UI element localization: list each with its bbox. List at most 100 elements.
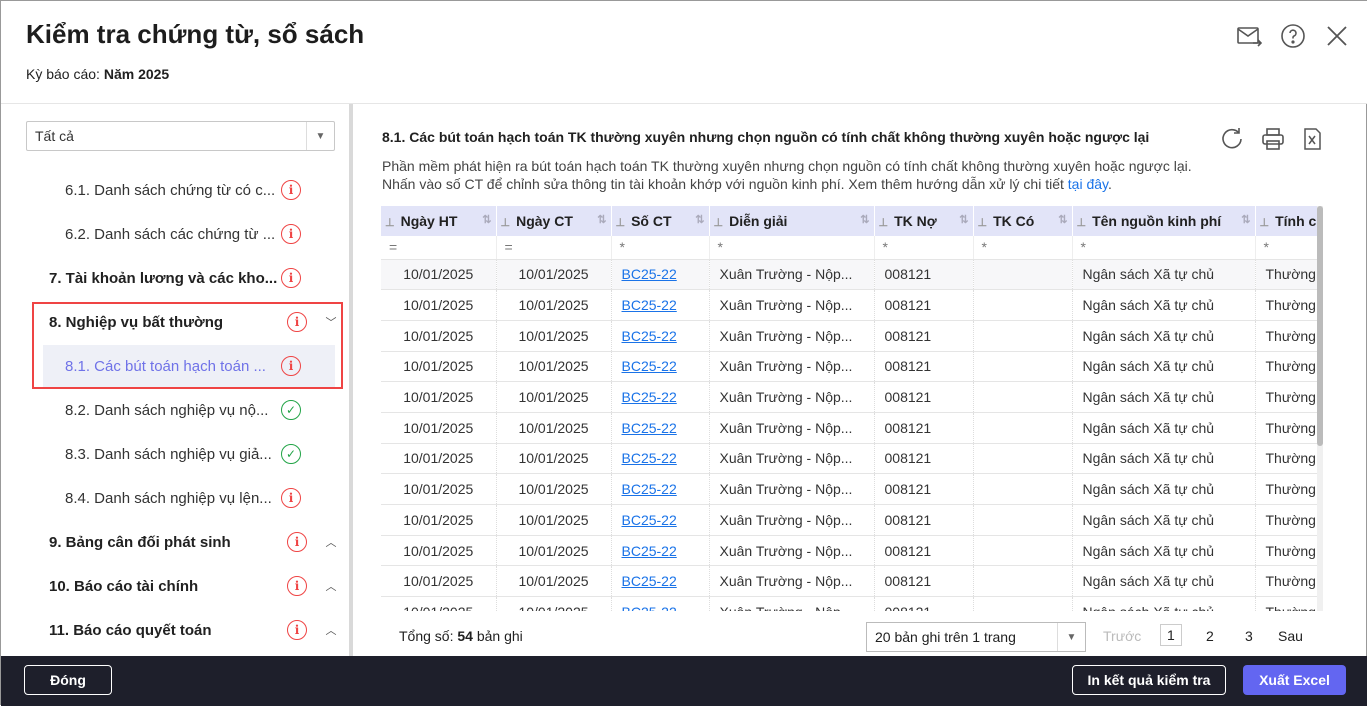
tree-item[interactable]: 9. Bảng cân đối phát sinh i ︿	[34, 521, 337, 563]
help-icon[interactable]	[1280, 23, 1306, 49]
close-button[interactable]: Đóng	[24, 665, 112, 695]
tree-item[interactable]: 10. Báo cáo tài chính i ︿	[34, 565, 337, 607]
voucher-link[interactable]: BC25-22	[622, 450, 677, 466]
column-header[interactable]: ⊥ TK Nợ ⇅	[874, 206, 974, 236]
column-filter[interactable]: *	[709, 236, 875, 260]
filter-operator[interactable]: *	[982, 239, 987, 255]
pin-icon[interactable]: ⊥	[385, 217, 395, 229]
dropdown-arrow-icon[interactable]: ▼	[306, 122, 334, 150]
pin-icon[interactable]: ⊥	[1260, 217, 1270, 229]
column-header[interactable]: ⊥Tính chất⇅	[1255, 206, 1317, 236]
pin-icon[interactable]: ⊥	[879, 217, 889, 229]
column-filter[interactable]: *	[874, 236, 974, 260]
column-filter[interactable]: =	[496, 236, 612, 260]
sort-icon[interactable]: ⇅	[695, 213, 704, 226]
filter-operator[interactable]: *	[883, 239, 888, 255]
chevron-up-icon[interactable]: ︿	[321, 578, 341, 594]
table-row[interactable]: 10/01/202510/01/2025 BC25-22 Xuân Trường -…	[381, 351, 1317, 383]
voucher-link[interactable]: BC25-22	[622, 358, 677, 374]
page-2-button[interactable]: 2	[1206, 628, 1214, 644]
pin-icon[interactable]: ⊥	[978, 217, 988, 229]
filter-operator[interactable]: *	[1264, 239, 1269, 255]
voucher-link[interactable]: BC25-22	[622, 573, 677, 589]
pin-icon[interactable]: ⊥	[714, 217, 724, 229]
print-result-button[interactable]: In kết quả kiểm tra	[1072, 665, 1226, 695]
sort-icon[interactable]: ⇅	[482, 213, 491, 226]
column-header[interactable]: ⊥ Tên nguồn kinh phí ⇅	[1072, 206, 1256, 236]
column-filter[interactable]: *	[1072, 236, 1256, 260]
column-filter[interactable]: *	[1255, 236, 1317, 260]
table-row[interactable]: 10/01/202510/01/2025 BC25-22 Xuân Trường -…	[381, 259, 1317, 291]
column-header[interactable]: ⊥ Diễn giải ⇅	[709, 206, 875, 236]
table-row[interactable]: 10/01/202510/01/2025 BC25-22 Xuân Trường -…	[381, 565, 1317, 598]
tree-item[interactable]: 7. Tài khoản lương và các kho... i	[34, 257, 335, 299]
pin-icon[interactable]: ⊥	[1077, 217, 1087, 229]
page-3-button[interactable]: 3	[1245, 628, 1253, 644]
voucher-link[interactable]: BC25-22	[622, 420, 677, 436]
table-row[interactable]: 10/01/202510/01/2025 BC25-22 Xuân Trường -…	[381, 596, 1317, 611]
excel-icon[interactable]	[1299, 126, 1325, 152]
sort-icon[interactable]: ⇅	[860, 213, 869, 226]
tree-item[interactable]: 8.2. Danh sách nghiệp vụ nộ... ✓	[34, 389, 335, 431]
column-header[interactable]: ⊥ TK Có ⇅	[973, 206, 1073, 236]
table-row[interactable]: 10/01/202510/01/2025 BC25-22 Xuân Trường -…	[381, 381, 1317, 413]
column-title: Ngày CT	[516, 213, 573, 229]
tree-item-label: 10. Báo cáo tài chính	[49, 577, 199, 595]
tree-item[interactable]: 11. Báo cáo quyết toán i ︿	[34, 609, 337, 651]
column-filter[interactable]: =	[381, 236, 497, 260]
refresh-icon[interactable]	[1219, 126, 1245, 152]
table-cell: Ngân sách Xã tự chủ	[1072, 289, 1256, 321]
vertical-scrollbar[interactable]	[1317, 206, 1323, 611]
voucher-link[interactable]: BC25-22	[622, 543, 677, 559]
filter-operator[interactable]: *	[1081, 239, 1086, 255]
sort-icon[interactable]: ⇅	[959, 213, 968, 226]
chevron-up-icon[interactable]: ︿	[321, 534, 341, 550]
pin-icon[interactable]: ⊥	[501, 217, 511, 229]
filter-operator[interactable]: =	[389, 239, 397, 255]
column-filter[interactable]: *	[973, 236, 1073, 260]
tree-item[interactable]: 8.3. Danh sách nghiệp vụ giả... ✓	[34, 433, 335, 475]
column-header[interactable]: ⊥ Số CT ⇅	[611, 206, 710, 236]
tree-item[interactable]: 8.4. Danh sách nghiệp vụ lện... i	[34, 477, 335, 519]
print-icon[interactable]	[1260, 126, 1286, 152]
column-header[interactable]: ⊥ Ngày HT ⇅	[381, 206, 497, 236]
table-row[interactable]: 10/01/202510/01/2025 BC25-22 Xuân Trường -…	[381, 320, 1317, 352]
scrollbar-thumb[interactable]	[1317, 206, 1323, 446]
chevron-up-icon[interactable]: ︿	[321, 622, 341, 638]
column-filter[interactable]: *	[611, 236, 710, 260]
section-title: 8.1. Các bút toán hạch toán TK thường xu…	[382, 129, 1150, 145]
close-icon[interactable]	[1324, 23, 1350, 49]
page-size-select[interactable]: 20 bản ghi trên 1 trang ▼	[866, 622, 1086, 652]
column-header[interactable]: ⊥ Ngày CT ⇅	[496, 206, 612, 236]
table-row[interactable]: 10/01/202510/01/2025 BC25-22 Xuân Trường -…	[381, 289, 1317, 321]
voucher-link[interactable]: BC25-22	[622, 328, 677, 344]
page-1-button[interactable]: 1	[1160, 624, 1182, 646]
voucher-link[interactable]: BC25-22	[622, 604, 677, 611]
dropdown-arrow-icon[interactable]: ▼	[1057, 623, 1085, 651]
sort-icon[interactable]: ⇅	[1058, 213, 1067, 226]
table-row[interactable]: 10/01/202510/01/2025 BC25-22 Xuân Trường -…	[381, 504, 1317, 536]
voucher-link[interactable]: BC25-22	[622, 481, 677, 497]
filter-operator[interactable]: =	[505, 239, 513, 255]
sort-icon[interactable]: ⇅	[597, 213, 606, 226]
voucher-link[interactable]: BC25-22	[622, 512, 677, 528]
filter-operator[interactable]: *	[620, 239, 625, 255]
table-row[interactable]: 10/01/202510/01/2025 BC25-22 Xuân Trường -…	[381, 443, 1317, 475]
voucher-link[interactable]: BC25-22	[622, 297, 677, 313]
pin-icon[interactable]: ⊥	[616, 217, 626, 229]
table-row[interactable]: 10/01/202510/01/2025 BC25-22 Xuân Trường -…	[381, 535, 1317, 567]
filter-select[interactable]: Tất cả ▼	[26, 121, 335, 151]
filter-operator[interactable]: *	[718, 239, 723, 255]
send-mail-icon[interactable]	[1236, 23, 1262, 49]
sort-icon[interactable]: ⇅	[1241, 213, 1250, 226]
tree-item[interactable]: 6.2. Danh sách các chứng từ ... i	[34, 213, 335, 255]
prev-page-button[interactable]: Trước	[1103, 628, 1141, 644]
export-excel-button[interactable]: Xuất Excel	[1243, 665, 1346, 695]
voucher-link[interactable]: BC25-22	[622, 389, 677, 405]
table-row[interactable]: 10/01/202510/01/2025 BC25-22 Xuân Trường -…	[381, 412, 1317, 444]
table-row[interactable]: 10/01/202510/01/2025 BC25-22 Xuân Trường -…	[381, 473, 1317, 505]
next-page-button[interactable]: Sau	[1278, 628, 1303, 644]
guide-link[interactable]: tại đây	[1068, 176, 1108, 192]
tree-item[interactable]: 6.1. Danh sách chứng từ có c... i	[34, 169, 335, 211]
voucher-link[interactable]: BC25-22	[622, 266, 677, 282]
